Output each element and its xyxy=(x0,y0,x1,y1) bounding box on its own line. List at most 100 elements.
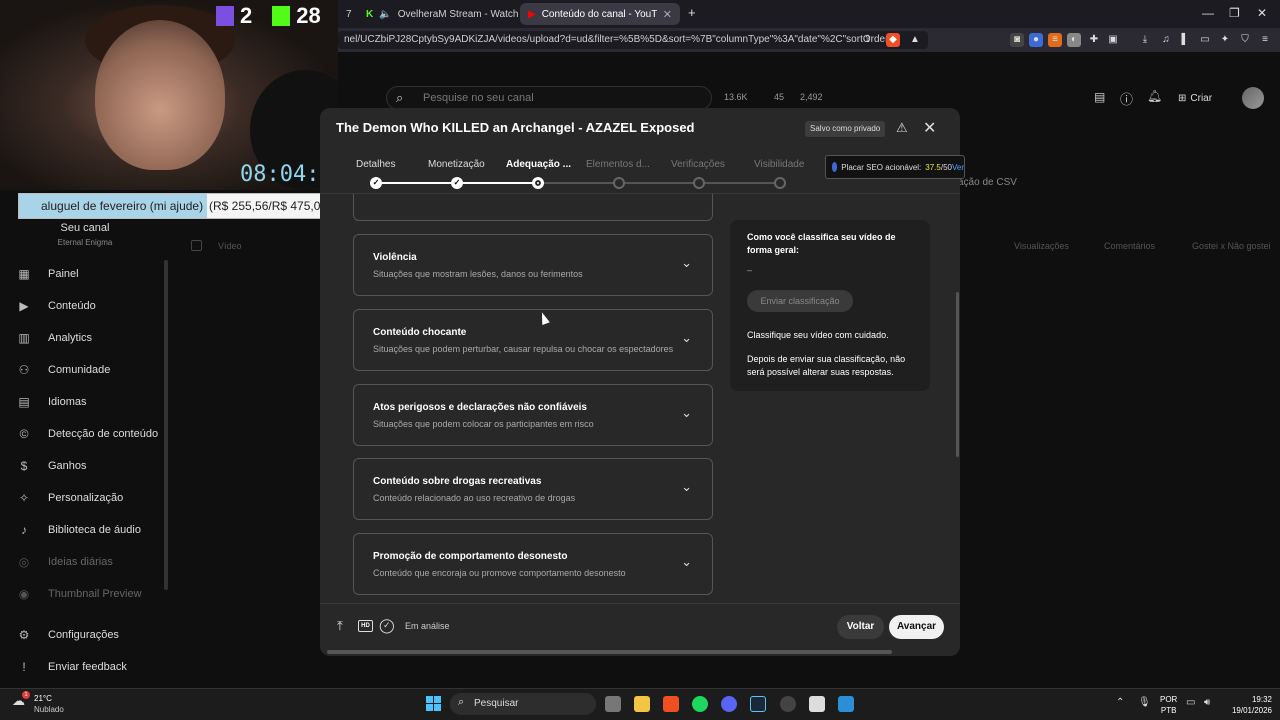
tab-studio[interactable]: ▶ Conteúdo do canal - YouTube St ✕ xyxy=(520,3,680,25)
capcut-icon[interactable] xyxy=(809,696,825,712)
new-tab-button[interactable]: + xyxy=(688,5,696,20)
suitability-category-card[interactable]: Conteúdo chocante Situações que podem per… xyxy=(353,309,713,371)
notepad-icon[interactable] xyxy=(838,696,854,712)
vpn-icon[interactable]: ⛉ xyxy=(1238,33,1252,47)
tray-clock[interactable]: 19:32 19/01/2026 xyxy=(1226,694,1272,716)
close-tab-icon[interactable]: ✕ xyxy=(663,8,672,21)
extensions-puzzle-icon[interactable]: ✚ xyxy=(1087,33,1101,47)
sidebar-item-feedback[interactable]: ! Enviar feedback xyxy=(16,657,164,677)
minimize-icon[interactable]: — xyxy=(1202,6,1214,20)
extension-1-icon[interactable]: ◙ xyxy=(1010,33,1024,47)
maximize-icon[interactable]: ❐ xyxy=(1229,6,1240,20)
sidebar-item-thumbnail[interactable]: ◉ Thumbnail Preview xyxy=(16,584,164,604)
step-suitability[interactable]: Adequação ... xyxy=(506,159,571,170)
sidebar-item-copyright[interactable]: © Detecção de conteúdo xyxy=(16,424,164,444)
discord-icon[interactable] xyxy=(721,696,737,712)
extension-4-icon[interactable]: ◐ xyxy=(1067,33,1081,47)
sidebar-item-magic-wand[interactable]: ✧ Personalização xyxy=(16,488,164,508)
step-monetization[interactable]: Monetização xyxy=(428,159,485,170)
task-view-icon[interactable] xyxy=(605,696,621,712)
sidebar-scrollbar[interactable] xyxy=(164,260,168,590)
extension-2-icon[interactable]: ● xyxy=(1029,33,1043,47)
sidebar-item-content[interactable]: ▶ Conteúdo xyxy=(16,296,164,316)
menu-icon[interactable]: ≡ xyxy=(1258,33,1272,47)
obs-icon[interactable] xyxy=(780,696,796,712)
seo-score-widget[interactable]: Placar SEO acionável: 37.5/50 Ver xyxy=(825,155,965,179)
extension-5-icon[interactable]: ▣ xyxy=(1106,33,1120,47)
brave-shields-icon[interactable]: ◆ xyxy=(886,33,900,47)
file-explorer-icon[interactable] xyxy=(634,696,650,712)
step-details[interactable]: Detalhes xyxy=(356,159,395,170)
suitability-category-card[interactable]: Atos perigosos e declarações não confiáv… xyxy=(353,384,713,446)
horizontal-scrollbar[interactable] xyxy=(327,650,892,654)
chevron-down-icon[interactable]: ⌄ xyxy=(681,330,692,346)
input-language[interactable]: POR PTB xyxy=(1160,694,1177,716)
create-button[interactable]: ⊞ Criar xyxy=(1178,89,1230,107)
back-button[interactable]: Voltar xyxy=(837,615,884,639)
tab-label: 7 xyxy=(346,8,352,20)
microphone-icon[interactable]: 🎙︎ xyxy=(1138,697,1151,708)
search-icon: ⌕ xyxy=(396,90,404,105)
volume-icon[interactable]: 🔊︎ xyxy=(1204,697,1210,708)
sidebar-item-dashboard[interactable]: ▦ Painel xyxy=(16,264,164,284)
step-current-dot xyxy=(532,177,544,189)
next-button[interactable]: Avançar xyxy=(889,615,944,639)
report-issue-icon[interactable]: ⚠ xyxy=(896,120,912,136)
chevron-down-icon[interactable]: ⌄ xyxy=(681,479,692,495)
brave-browser-icon[interactable] xyxy=(663,696,679,712)
tray-overflow-icon[interactable]: ⌃ xyxy=(1116,697,1124,708)
sidebar-item-label: Personalização xyxy=(48,492,124,504)
messages-icon[interactable]: ▤ xyxy=(1094,90,1105,104)
bell-icon[interactable]: 🔔︎ xyxy=(1147,89,1162,103)
rating-note-text: Depois de enviar sua classificação, não … xyxy=(747,354,906,377)
rewards-icon[interactable]: ▲ xyxy=(908,33,922,47)
sidebar-item-community[interactable]: ⚇ Comunidade xyxy=(16,360,164,380)
windows-start-icon[interactable] xyxy=(426,696,442,712)
column-video: Vídeo xyxy=(218,241,242,251)
sidebar-item-subtitles[interactable]: ▤ Idiomas xyxy=(16,392,164,412)
network-icon[interactable]: ▭ xyxy=(1186,697,1195,708)
channel-search-input[interactable]: Pesquise no seu canal xyxy=(386,86,712,110)
sidebar-item-ideas[interactable]: ◎ Ideias diárias xyxy=(16,552,164,572)
window-close-icon[interactable]: ✕ xyxy=(1257,6,1267,20)
url-field[interactable]: nel/UCZbiPJ28CptybSy9ADKiZJA/videos/uplo… xyxy=(338,31,928,49)
dialog-scrollbar[interactable] xyxy=(956,292,959,457)
kick-icon: K xyxy=(366,8,374,20)
sidebar-item-analytics[interactable]: ▥ Analytics xyxy=(16,328,164,348)
twitch-viewers: 2 xyxy=(240,3,253,28)
spotify-icon[interactable] xyxy=(692,696,708,712)
extension-3-icon[interactable]: ≡ xyxy=(1048,33,1062,47)
sidebar-item-label: Thumbnail Preview xyxy=(48,588,142,600)
sidebar-item-dollar[interactable]: $ Ganhos xyxy=(16,456,164,476)
steam-icon[interactable] xyxy=(750,696,766,712)
suitability-category-card[interactable]: Conteúdo sobre drogas recreativas Conteúd… xyxy=(353,458,713,520)
help-icon[interactable]: ⓘ xyxy=(1120,89,1133,108)
sidebar-icon[interactable]: ▌ xyxy=(1178,33,1192,47)
thumbnail-icon: ◉ xyxy=(18,587,30,601)
step-elements[interactable]: Elementos d... xyxy=(586,159,650,170)
account-avatar[interactable] xyxy=(1242,87,1264,109)
submit-rating-button[interactable]: Enviar classificação xyxy=(747,290,853,312)
suitability-category-card[interactable]: Violência Situações que mostram lesões, d… xyxy=(353,234,713,296)
step-visibility[interactable]: Visibilidade xyxy=(754,159,804,170)
taskbar-search[interactable]: Pesquisar xyxy=(450,693,596,715)
sidebar-item-audio-library[interactable]: ♪ Biblioteca de áudio xyxy=(16,520,164,540)
download-icon[interactable]: ⤓ xyxy=(1138,33,1152,47)
column-views: Visualizações xyxy=(1014,241,1069,251)
suitability-category-card[interactable]: Promoção de comportamento desonesto Conte… xyxy=(353,533,713,595)
ai-icon[interactable]: ✦ xyxy=(1218,33,1232,47)
seo-view-link[interactable]: Ver xyxy=(952,163,964,172)
tab-stream[interactable]: K 🔈 OvelheraM Stream - Watch Live o xyxy=(358,3,518,25)
music-icon[interactable]: ♫ xyxy=(1159,33,1173,47)
rating-side-panel: Como você classifica seu vídeo de forma … xyxy=(730,220,930,391)
share-icon[interactable]: ⇪ xyxy=(861,33,875,47)
wallet-icon[interactable]: ▭ xyxy=(1198,33,1212,47)
sidebar-item-gear[interactable]: ⚙ Configurações xyxy=(16,625,164,645)
sidebar-item-label: Detecção de conteúdo xyxy=(48,428,159,440)
chevron-down-icon[interactable]: ⌄ xyxy=(681,405,692,421)
chevron-down-icon[interactable]: ⌄ xyxy=(681,255,692,271)
step-checks[interactable]: Verificações xyxy=(671,159,725,170)
select-all-checkbox[interactable] xyxy=(191,240,202,251)
close-icon[interactable]: ✕ xyxy=(923,118,939,137)
chevron-down-icon[interactable]: ⌄ xyxy=(681,554,692,570)
